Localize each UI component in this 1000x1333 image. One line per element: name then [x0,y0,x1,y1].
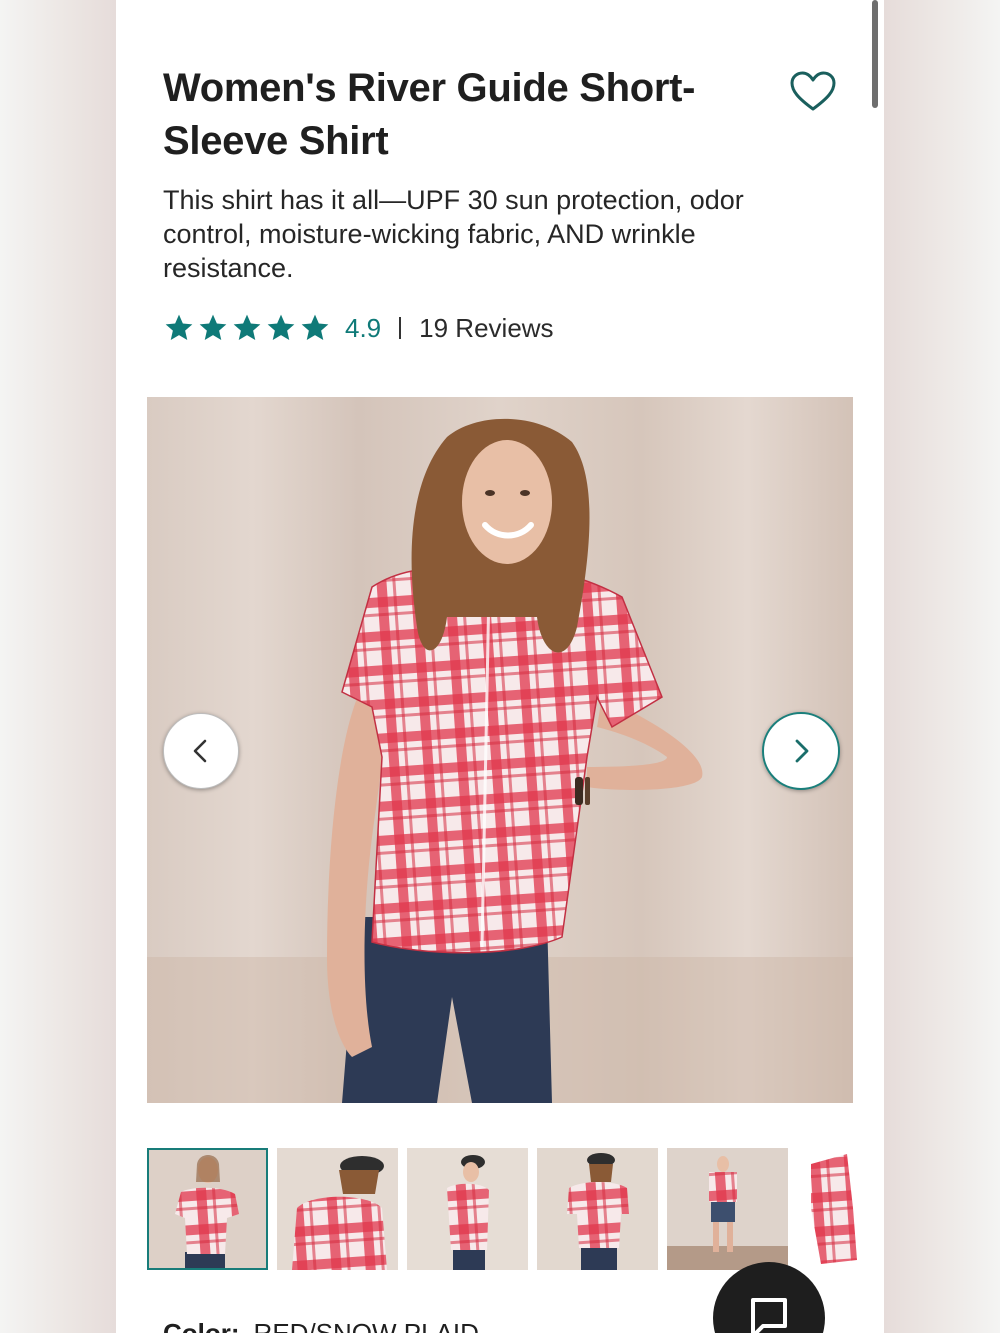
star-icon [301,314,329,340]
thumbnail[interactable] [277,1148,398,1270]
thumbnail-image [537,1148,658,1270]
thumbnail-image [277,1148,398,1270]
product-panel: Women's River Guide Short-Sleeve Shirt T… [116,0,884,1333]
scrollbar[interactable] [872,0,878,108]
thumbnail[interactable] [407,1148,528,1270]
prev-image-button[interactable] [163,713,239,789]
thumbnail[interactable] [797,1148,884,1270]
rating-stars [163,312,331,344]
thumbnail[interactable] [147,1148,268,1270]
rating-divider [399,317,402,339]
chevron-right-icon [795,739,809,763]
background-left [0,0,116,1333]
chat-button[interactable] [713,1262,825,1333]
product-main-image [147,397,853,1103]
next-image-button[interactable] [762,712,840,790]
background-right [884,0,1000,1333]
model-photo [147,397,853,1103]
chevron-left-icon [193,739,207,763]
star-icon [233,314,261,340]
chat-bubble-icon [751,1298,787,1333]
thumbnail-image [407,1148,528,1270]
rating-value: 4.9 [345,312,382,343]
thumbnail-strip [147,1148,884,1272]
star-icon [165,314,193,340]
color-value: RED/SNOW PLAID [253,1318,479,1333]
thumbnail-image [147,1148,268,1270]
favorite-button[interactable] [788,70,838,114]
product-description: This shirt has it all—UPF 30 sun protect… [163,185,744,283]
reviews-link[interactable]: 19 Reviews [419,313,553,344]
heart-outline-icon [790,71,836,111]
star-icon [199,314,227,340]
rating-summary: 4.9 19 Reviews [163,308,554,348]
thumbnail[interactable] [537,1148,658,1270]
color-selector-row: Color: RED/SNOW PLAID [163,1318,479,1333]
thumbnail-image [667,1148,788,1270]
thumbnail-image [797,1148,884,1270]
color-label: Color: [163,1318,240,1333]
star-icon [267,314,295,340]
product-title: Women's River Guide Short-Sleeve Shirt [163,66,696,163]
thumbnail[interactable] [667,1148,788,1270]
